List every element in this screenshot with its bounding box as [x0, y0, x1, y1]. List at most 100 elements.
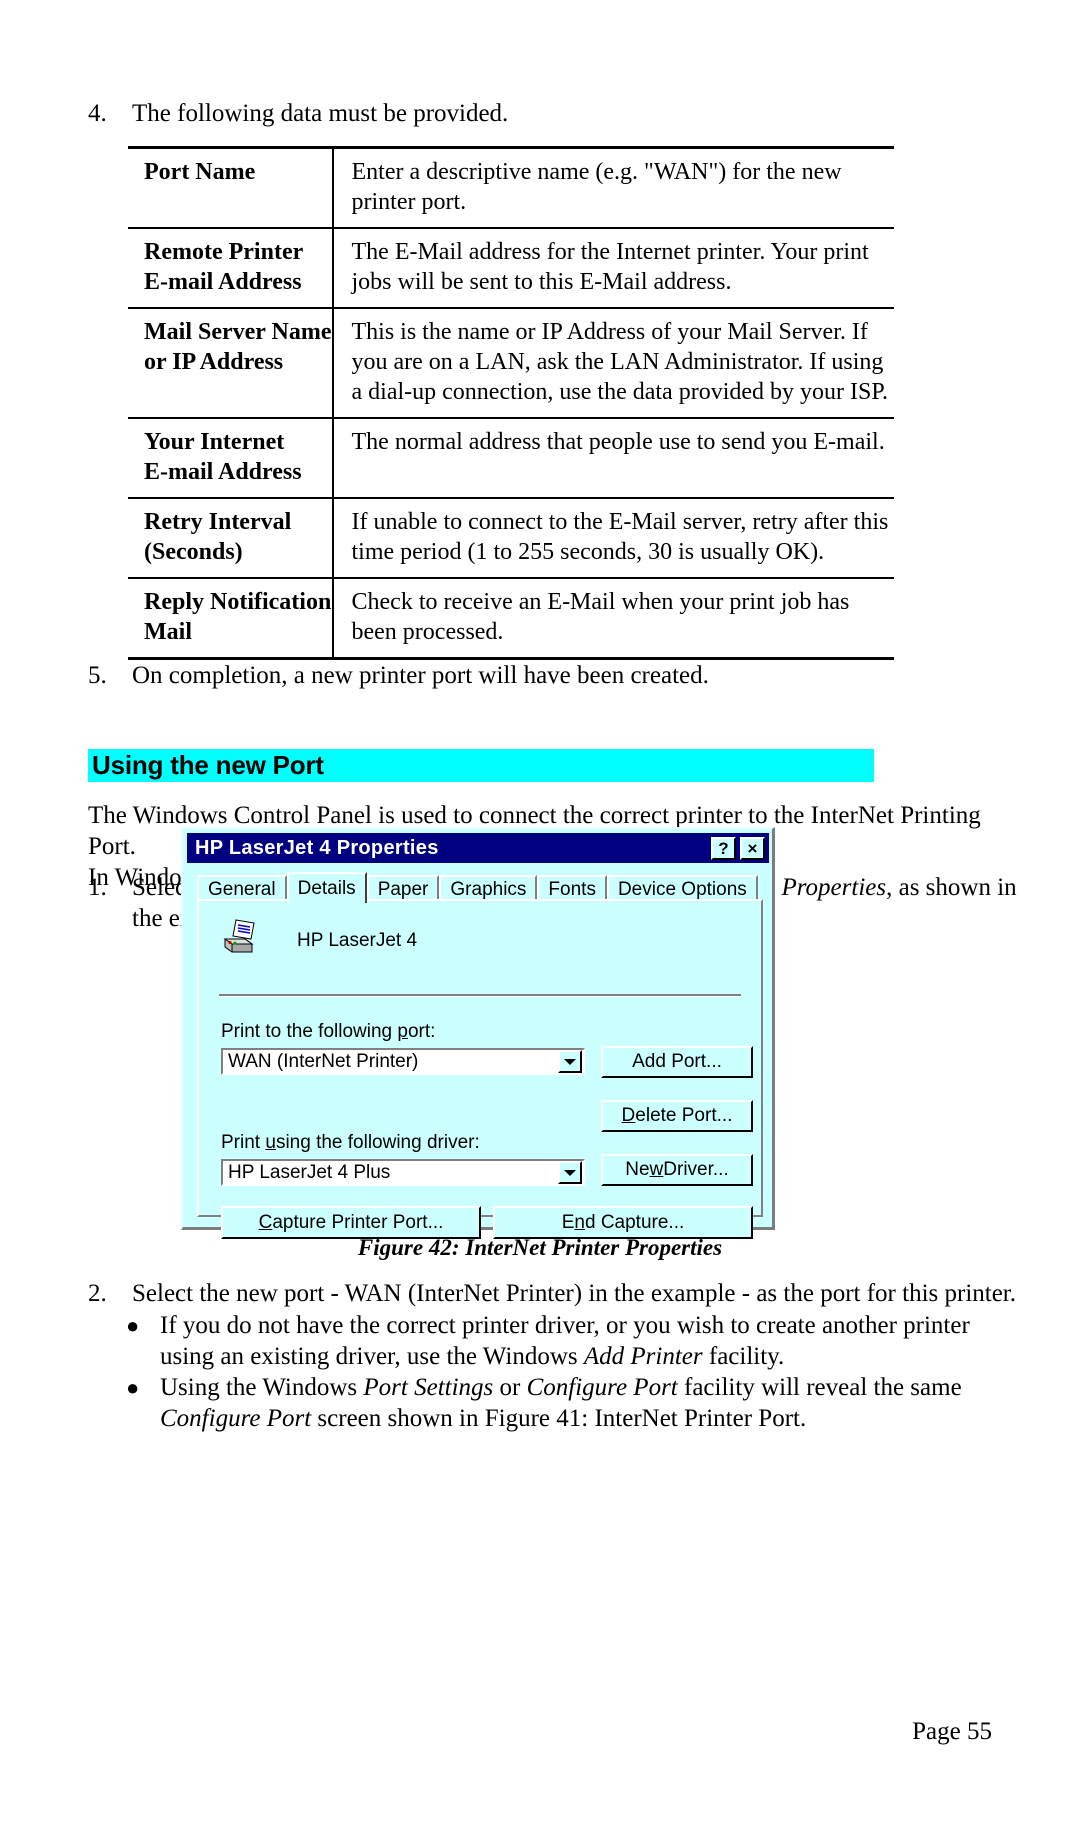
tab-device-options[interactable]: Device Options: [606, 875, 758, 901]
row-term: Reply Notification Mail: [128, 577, 334, 660]
step-4-text: The following data must be provided.: [132, 100, 509, 127]
port-settings-table: Port Name Enter a descriptive name (e.g.…: [128, 146, 895, 660]
tab-details[interactable]: Details: [286, 872, 367, 903]
step-1-text-part-b: , as shown in: [886, 874, 1017, 901]
desc-line: been processed.: [351, 619, 504, 645]
port-combobox[interactable]: WAN (InterNet Printer): [221, 1048, 585, 1075]
step-5-text: On completion, a new printer port will h…: [132, 662, 709, 689]
step-2: 2. Select the new port - WAN (InterNet P…: [88, 1278, 1048, 1309]
dialog-tabstrip: General Details Paper Graphics Fonts Dev…: [197, 871, 763, 903]
driver-label-part-a: Print: [221, 1132, 266, 1153]
bullet-1-line-1: If you do not have the correct printer d…: [160, 1312, 970, 1339]
table-row: Reply Notification Mail Check to receive…: [128, 577, 895, 660]
figure-caption: Figure 42: InterNet Printer Properties: [357, 1235, 723, 1260]
desc-line: Check to receive an E-Mail when your pri…: [351, 589, 850, 615]
delete-port-label: elete Port...: [635, 1105, 733, 1126]
desc-line: time period (1 to 255 seconds, 30 is usu…: [351, 539, 825, 565]
tab-fonts[interactable]: Fonts: [537, 875, 607, 901]
table-row: Port Name Enter a descriptive name (e.g.…: [128, 146, 895, 229]
bullet-1-text: If you do not have the correct printer d…: [160, 1310, 970, 1372]
help-icon[interactable]: ?: [711, 836, 736, 860]
printer-model-label: HP LaserJet 4: [297, 929, 418, 951]
bullet-1-emphasis-add-printer: Add Printer: [583, 1343, 703, 1370]
section-heading-using-the-new-port: Using the new Port: [88, 749, 874, 782]
step-4: 4. The following data must be provided.: [88, 98, 888, 129]
new-driver-accelerator: w: [649, 1159, 664, 1180]
table-row: Mail Server Name or IP Address This is t…: [128, 307, 895, 419]
term-line: or IP Address: [144, 349, 284, 375]
row-description: The E-Mail address for the Internet prin…: [332, 227, 895, 309]
row-term: Mail Server Name or IP Address: [128, 307, 334, 419]
bullet-icon: ●: [126, 1375, 140, 1400]
row-description: Enter a descriptive name (e.g. "WAN") fo…: [332, 146, 895, 229]
desc-line: The E-Mail address for the Internet prin…: [351, 239, 869, 265]
driver-combobox[interactable]: HP LaserJet 4 Plus: [221, 1159, 585, 1186]
desc-line: you are on a LAN, ask the LAN Administra…: [351, 349, 884, 375]
row-description: If unable to connect to the E-Mail serve…: [332, 497, 895, 579]
term-line: Retry Interval: [144, 509, 292, 535]
list-item: ● If you do not have the correct printer…: [122, 1310, 1022, 1372]
term-line: Your Internet: [144, 429, 285, 455]
term-line: E-mail Address: [144, 459, 302, 485]
dialog-titlebar[interactable]: HP LaserJet 4 Properties ? ×: [187, 833, 769, 863]
delete-port-button[interactable]: Delete Port...: [601, 1100, 753, 1132]
driver-label-part-b: sing the following driver:: [275, 1132, 480, 1153]
desc-line: printer port.: [351, 189, 467, 215]
term-line: Mail Server Name: [144, 319, 332, 345]
desc-line: a dial-up connection, use the data provi…: [351, 379, 889, 405]
driver-field-label: Print using the following driver:: [221, 1132, 480, 1154]
row-term: Your Internet E-mail Address: [128, 417, 334, 499]
bullet-1-line-2-part-b: facility.: [702, 1343, 785, 1370]
term-line: Mail: [144, 619, 192, 645]
new-driver-button[interactable]: Ne w Driver...: [601, 1154, 753, 1186]
step-2-text: Select the new port - WAN (InterNet Prin…: [132, 1280, 1016, 1307]
dialog-title: HP LaserJet 4 Properties: [195, 836, 439, 859]
desc-line: If unable to connect to the E-Mail serve…: [351, 509, 889, 535]
row-description: This is the name or IP Address of your M…: [332, 307, 895, 419]
term-line: Remote Printer: [144, 239, 304, 265]
tab-general[interactable]: General: [197, 875, 287, 901]
bullet-2-line-1-part-a: Using the Windows: [160, 1374, 364, 1401]
close-icon[interactable]: ×: [740, 836, 765, 860]
bullet-2-line-1: Using the Windows Port Settings or Confi…: [160, 1372, 962, 1403]
row-term: Retry Interval (Seconds): [128, 497, 334, 579]
row-term: Port Name: [128, 146, 334, 229]
term-line: Reply Notification: [144, 589, 332, 615]
end-capture-part-a: E: [561, 1211, 575, 1233]
port-field-label: Print to the following port:: [221, 1021, 435, 1043]
bullet-2-line-1-conjunction: or: [493, 1374, 527, 1401]
end-capture-part-b: d Capture...: [584, 1211, 685, 1233]
table-body: Port Name Enter a descriptive name (e.g.…: [128, 146, 895, 660]
port-label-accelerator: p: [397, 1021, 408, 1042]
tab-paper[interactable]: Paper: [366, 875, 440, 901]
end-capture-accelerator: n: [574, 1211, 585, 1233]
term-line: Port Name: [144, 159, 256, 185]
step-4-number: 4.: [88, 100, 107, 127]
capture-accelerator: C: [258, 1211, 273, 1233]
bullet-2-line-1-part-b: facility will reveal the same: [677, 1374, 962, 1401]
step-1-emphasis-properties: Properties: [781, 874, 887, 901]
new-driver-part-b: Driver...: [663, 1159, 729, 1180]
term-line: E-mail Address: [144, 269, 302, 295]
step-2-number: 2.: [88, 1280, 107, 1307]
desc-line: This is the name or IP Address of your M…: [351, 319, 868, 345]
table-row: Retry Interval (Seconds) If unable to co…: [128, 497, 895, 579]
step-5-number: 5.: [88, 662, 107, 689]
desc-line: The normal address that people use to se…: [351, 429, 885, 455]
chevron-down-icon[interactable]: [558, 1161, 582, 1184]
bullet-2-emphasis-configure-port-2: Configure Port: [160, 1405, 312, 1432]
chevron-down-icon[interactable]: [558, 1050, 582, 1073]
delete-port-accelerator: D: [621, 1105, 636, 1126]
page-number: Page 55: [912, 1718, 992, 1745]
row-term: Remote Printer E-mail Address: [128, 227, 334, 309]
port-selected-value: WAN (InterNet Printer): [228, 1050, 419, 1072]
manual-page: 4. The following data must be provided. …: [0, 0, 1080, 1822]
table-row: Your Internet E-mail Address The normal …: [128, 417, 895, 499]
tab-graphics[interactable]: Graphics: [439, 875, 538, 901]
desc-line: jobs will be sent to this E-Mail address…: [351, 269, 732, 295]
printer-properties-dialog: HP LaserJet 4 Properties ? × General Det…: [181, 827, 775, 1239]
add-port-button[interactable]: Add Port...: [601, 1046, 753, 1078]
driver-selected-value: HP LaserJet 4 Plus: [228, 1161, 391, 1183]
bullet-2-emphasis-configure-port: Configure Port: [526, 1374, 678, 1401]
bullet-2-emphasis-port-settings: Port Settings: [363, 1374, 494, 1401]
